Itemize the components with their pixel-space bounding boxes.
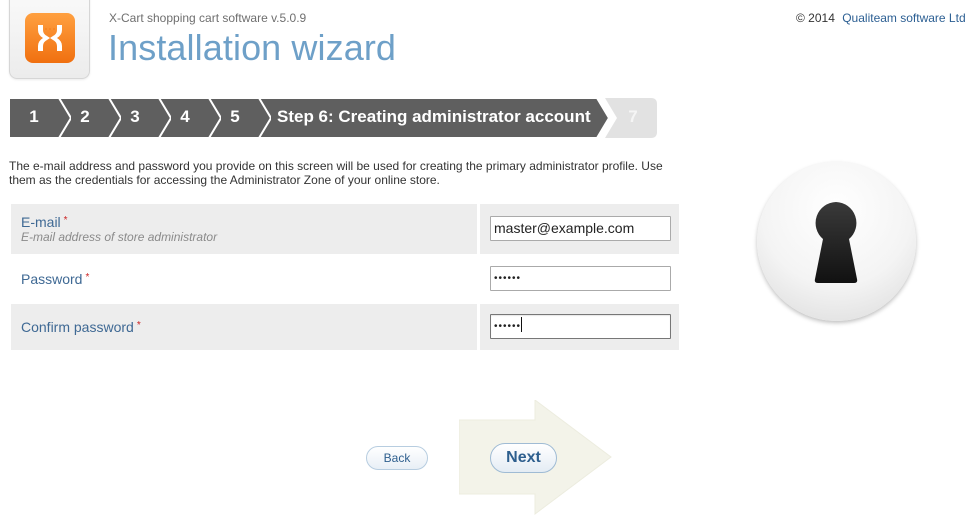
required-mark: *	[85, 272, 90, 283]
app-version: X-Cart shopping cart software v.5.0.9	[109, 11, 307, 25]
email-field[interactable]: master@example.com	[490, 216, 671, 241]
keyhole-illustration	[757, 162, 916, 321]
email-label-text: E-mail	[21, 214, 61, 230]
text-caret	[521, 317, 523, 332]
next-button[interactable]: Next	[490, 443, 557, 473]
email-label-cell: E-mail * E-mail address of store administ…	[11, 204, 477, 254]
copyright-text: © 2014	[796, 11, 835, 25]
step-label: Step 6: Creating administrator account	[277, 107, 591, 126]
keyhole-icon	[814, 202, 858, 283]
form-row-confirm-password: Confirm password * ••••••	[11, 304, 679, 350]
email-hint: E-mail address of store administrator	[21, 230, 218, 244]
form-row-email: E-mail * E-mail address of store administ…	[11, 204, 679, 254]
copyright: © 2014 Qualiteam software Ltd	[796, 11, 966, 25]
confirm-password-label-text: Confirm password	[21, 319, 134, 335]
x-cart-logo-icon	[25, 13, 75, 63]
password-label-cell: Password *	[11, 254, 477, 304]
step-label: 1	[29, 107, 39, 126]
password-label-text: Password	[21, 271, 83, 287]
password-input-cell: ••••••	[480, 254, 679, 304]
step-label: 7	[628, 107, 638, 126]
intro-text: The e-mail address and password you prov…	[9, 159, 663, 187]
confirm-password-input-cell: ••••••	[480, 304, 679, 350]
admin-account-form: E-mail * E-mail address of store administ…	[11, 204, 679, 350]
email-label: E-mail *	[21, 214, 68, 230]
form-row-password: Password * ••••••	[11, 254, 679, 304]
page-title: Installation wizard	[108, 27, 397, 68]
company-link[interactable]: Qualiteam software Ltd	[842, 11, 965, 25]
confirm-password-field[interactable]: ••••••	[490, 314, 671, 339]
back-button[interactable]: Back	[366, 446, 428, 470]
confirm-password-value: ••••••	[494, 321, 522, 332]
wizard-steps: 1 2 3 4 5 Step 6: Creating administrator…	[9, 98, 659, 138]
confirm-password-label: Confirm password *	[21, 319, 141, 335]
app-logo	[9, 0, 90, 79]
password-label: Password *	[21, 271, 89, 287]
email-input-cell: master@example.com	[480, 204, 679, 254]
required-mark: *	[136, 320, 141, 331]
confirm-password-label-cell: Confirm password *	[11, 304, 477, 350]
password-field[interactable]: ••••••	[490, 266, 671, 291]
required-mark: *	[63, 215, 68, 226]
